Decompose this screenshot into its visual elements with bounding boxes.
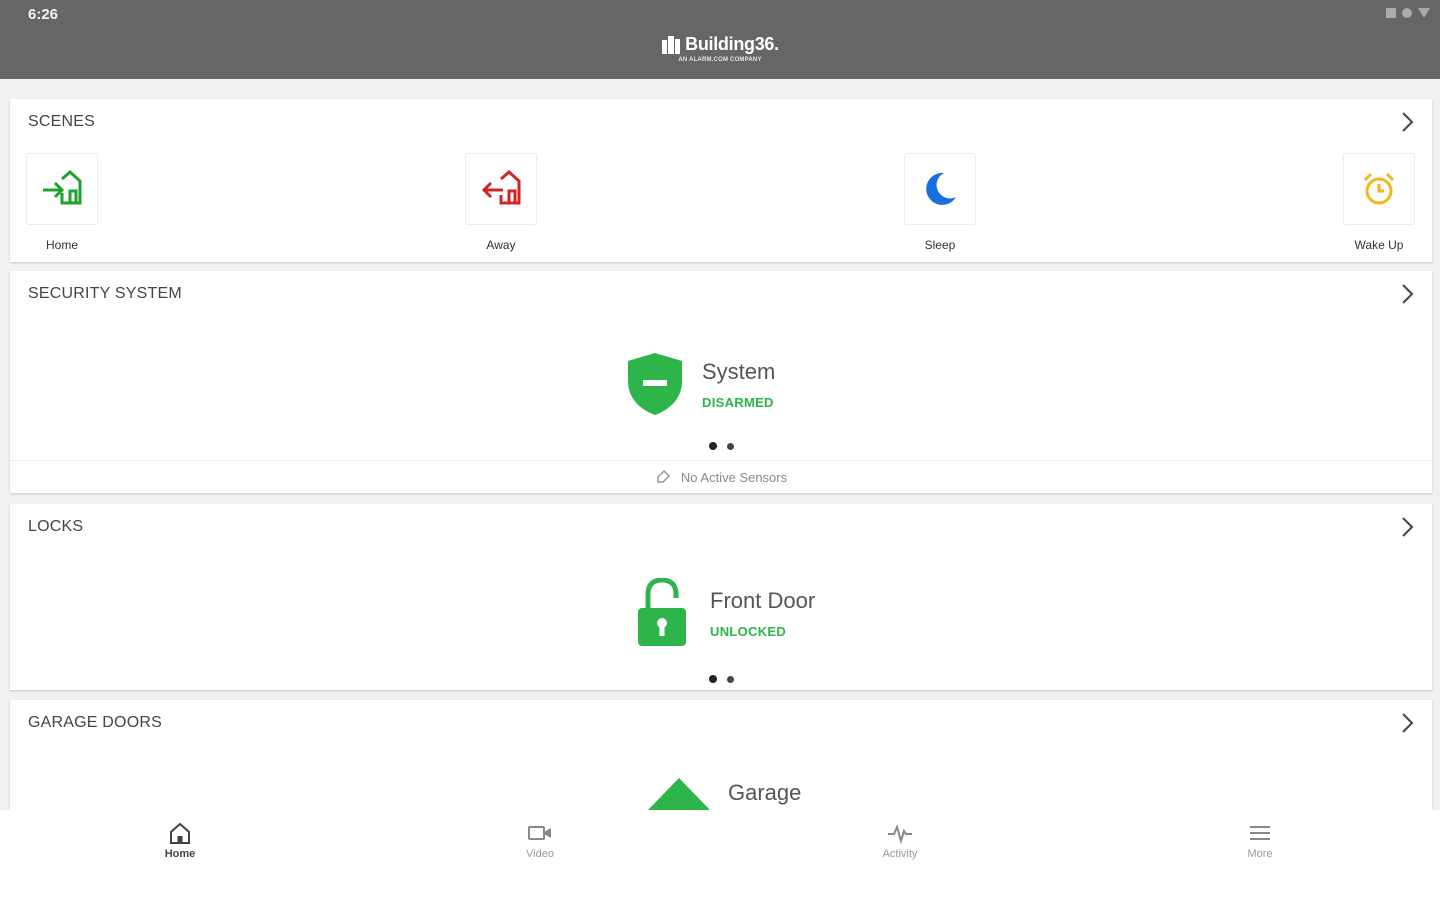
pager-dot[interactable] — [708, 442, 717, 450]
pager-dot[interactable] — [726, 676, 734, 683]
carousel-pager — [10, 675, 1432, 683]
nav-label: Video — [526, 848, 554, 860]
pager-dot[interactable] — [726, 443, 734, 450]
notification-icon — [1386, 8, 1396, 18]
chevron-right-icon[interactable] — [1400, 283, 1414, 305]
device-status: UNLOCKED — [710, 623, 787, 639]
nav-more[interactable]: More — [1080, 810, 1440, 900]
app-header: 6:26 Building36. AN ALARM.COM COMPANY — [0, 0, 1440, 79]
home-icon — [170, 822, 190, 844]
scene-home[interactable]: Home — [26, 153, 98, 252]
nav-activity[interactable]: Activity — [720, 810, 1080, 900]
lock-device[interactable]: Front Door UNLOCKED — [638, 578, 815, 648]
building-icon — [662, 35, 681, 54]
scene-label: Wake Up — [1354, 238, 1404, 252]
chevron-right-icon[interactable] — [1400, 712, 1414, 734]
menu-icon — [1250, 826, 1270, 840]
sensor-tag-icon — [657, 469, 670, 483]
activity-pulse-icon — [888, 824, 912, 845]
scene-label: Sleep — [924, 238, 956, 252]
scene-wake-up[interactable]: Wake Up — [1343, 153, 1415, 252]
nav-video[interactable]: Video — [360, 810, 720, 900]
carousel-pager — [10, 442, 1432, 450]
logo-subtitle: AN ALARM.COM COMPANY — [678, 57, 762, 63]
shield-disarmed-icon — [628, 353, 682, 415]
moon-icon — [926, 172, 956, 205]
chevron-right-icon[interactable] — [1400, 111, 1414, 133]
home-leave-icon — [481, 169, 521, 205]
bottom-navigation: Home Video Activity More — [0, 810, 1440, 900]
scene-label: Home — [45, 238, 78, 252]
brand-logo: Building36. AN ALARM.COM COMPANY — [0, 34, 1440, 63]
security-title: SECURITY SYSTEM — [28, 285, 182, 302]
status-dot-icon — [1402, 8, 1412, 18]
sensor-footer[interactable]: No Active Sensors — [10, 460, 1432, 493]
scene-label: Away — [486, 238, 516, 252]
unlocked-padlock-icon — [638, 578, 686, 646]
status-icons — [1386, 8, 1430, 18]
home-arrive-icon — [43, 169, 82, 205]
status-time: 6:26 — [28, 6, 59, 23]
device-name: Garage — [728, 780, 802, 805]
logo-name: Building36. — [685, 34, 779, 54]
pager-dot[interactable] — [708, 675, 717, 683]
nav-label: Activity — [882, 848, 918, 860]
wifi-icon — [1418, 8, 1430, 18]
chevron-right-icon[interactable] — [1400, 516, 1414, 538]
garage-title: GARAGE DOORS — [28, 714, 162, 731]
device-name: System — [702, 358, 776, 384]
scene-sleep[interactable]: Sleep — [904, 153, 976, 252]
scenes-title: SCENES — [28, 113, 95, 130]
video-camera-icon — [528, 826, 551, 840]
scene-away[interactable]: Away — [465, 153, 537, 252]
locks-title: LOCKS — [28, 518, 84, 535]
device-name: Front Door — [710, 587, 816, 613]
nav-label: Home — [164, 848, 196, 860]
scenes-card: SCENES Home Away Sleep Wake Up — [10, 99, 1432, 262]
alarm-clock-icon — [1363, 172, 1395, 205]
device-status: DISARMED — [702, 394, 774, 410]
security-system-card: SECURITY SYSTEM System DISARMED No Activ… — [10, 271, 1432, 493]
nav-label: More — [1247, 848, 1273, 860]
sensor-footer-text: No Active Sensors — [680, 469, 788, 485]
nav-home[interactable]: Home — [0, 810, 360, 900]
locks-card: LOCKS Front Door UNLOCKED — [10, 504, 1432, 690]
security-device[interactable]: System DISARMED — [626, 351, 775, 417]
